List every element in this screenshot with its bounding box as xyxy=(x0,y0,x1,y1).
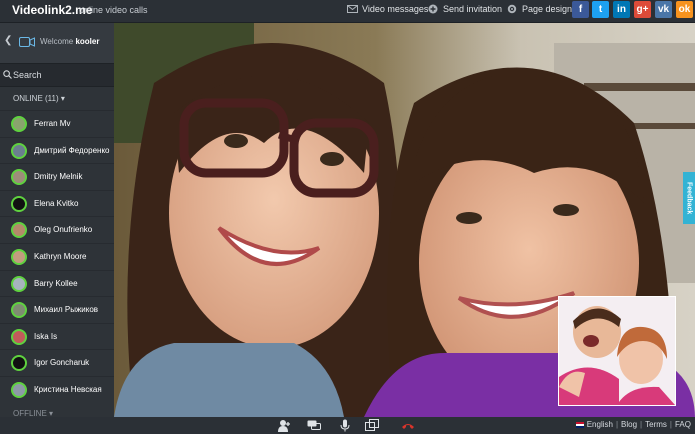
send-invitation-link[interactable]: Send invitation xyxy=(428,4,502,14)
contact-item[interactable]: Oleg Onufrienko xyxy=(0,216,114,243)
contact-item[interactable]: Igor Goncharuk xyxy=(0,349,114,376)
avatar xyxy=(11,302,27,319)
online-section-label: ONLINE (11) xyxy=(13,94,59,103)
blog-link[interactable]: Blog xyxy=(621,420,637,429)
linkedin-button[interactable]: in xyxy=(613,1,630,18)
contact-item[interactable]: Кристина Невская xyxy=(0,375,114,403)
avatar xyxy=(11,142,27,159)
hangup-icon[interactable] xyxy=(401,419,415,432)
contact-name: Ferran Mv xyxy=(34,119,71,128)
avatar xyxy=(11,275,27,292)
camera-icon xyxy=(19,37,35,47)
local-video-preview[interactable] xyxy=(558,296,676,406)
online-section-toggle[interactable]: ONLINE (11) ▾ xyxy=(13,94,65,103)
welcome-text: Welcome kooler xyxy=(40,37,99,46)
contact-item[interactable]: Dmitry Melnik xyxy=(0,163,114,190)
screen-share-icon[interactable] xyxy=(365,419,379,432)
terms-link[interactable]: Terms xyxy=(645,420,667,429)
contact-name: Дмитрий Федоренко xyxy=(34,145,110,155)
avatar xyxy=(11,355,27,372)
chevron-left-icon[interactable]: ❮ xyxy=(4,35,12,46)
microphone-icon[interactable] xyxy=(338,419,352,432)
contact-list: Ferran Mv Дмитрий Федоренко Dmitry Melni… xyxy=(0,110,114,403)
avatar xyxy=(11,169,27,186)
chat-icon[interactable] xyxy=(307,419,321,432)
page-design-label: Page design xyxy=(522,4,573,14)
top-bar: Videolink2.me online video calls Video m… xyxy=(0,0,695,23)
faq-link[interactable]: FAQ xyxy=(675,420,691,429)
twitter-button[interactable]: t xyxy=(592,1,609,18)
video-messages-label: Video messages xyxy=(362,4,429,14)
contact-item[interactable]: Barry Kollee xyxy=(0,269,114,297)
video-messages-link[interactable]: Video messages xyxy=(347,4,428,14)
linkedin-icon: in xyxy=(617,4,626,15)
contact-item[interactable]: Ferran Mv xyxy=(0,110,114,137)
username[interactable]: kooler xyxy=(75,37,99,46)
contact-item[interactable]: Kathryn Moore xyxy=(0,242,114,270)
twitter-icon: t xyxy=(598,4,603,15)
avatar xyxy=(11,381,27,398)
contact-name: Igor Goncharuk xyxy=(34,358,90,368)
facebook-icon: f xyxy=(578,4,583,15)
contact-name: Михаил Рыжиков xyxy=(34,305,99,315)
footer-separator: | xyxy=(615,420,619,429)
contact-item[interactable]: Elena Kvitko xyxy=(0,189,114,217)
uk-flag-icon xyxy=(575,421,584,428)
footer-separator: | xyxy=(640,420,643,429)
contact-name: Oleg Onufrienko xyxy=(34,225,93,235)
add-user-icon[interactable] xyxy=(277,419,291,432)
avatar xyxy=(11,116,27,132)
call-controls-bar: English | Blog | Terms | FAQ xyxy=(0,417,695,434)
contact-item[interactable]: Дмитрий Федоренко xyxy=(0,136,114,164)
contact-name: Elena Kvitko xyxy=(34,198,79,208)
welcome-prefix: Welcome xyxy=(40,37,74,46)
contact-name: Кристина Невская xyxy=(34,384,102,394)
gear-icon xyxy=(507,4,517,14)
local-video-frame xyxy=(559,297,675,405)
envelope-icon xyxy=(347,5,358,13)
footer-separator: | xyxy=(669,420,672,429)
search-box xyxy=(0,63,114,87)
feedback-tab[interactable]: Feedback xyxy=(683,172,695,224)
plus-circle-icon xyxy=(428,4,438,14)
google-plus-button[interactable]: g+ xyxy=(634,1,651,18)
avatar xyxy=(11,328,27,345)
send-invitation-label: Send invitation xyxy=(443,4,503,14)
contact-name: Kathryn Moore xyxy=(34,251,87,261)
google-plus-icon: g+ xyxy=(636,4,649,15)
caret-down-icon: ▾ xyxy=(60,94,65,103)
vk-icon: vk xyxy=(657,4,670,15)
vk-button[interactable]: vk xyxy=(655,1,672,18)
odnoklassniki-icon: ok xyxy=(678,4,691,15)
contact-name: Iska Is xyxy=(34,331,58,341)
contact-name: Barry Kollee xyxy=(34,278,78,288)
search-input[interactable] xyxy=(13,67,109,82)
site-tagline: online video calls xyxy=(79,5,148,15)
contacts-sidebar: ❮ Welcome kooler ONLINE (11) ▾ Ferran Mv… xyxy=(0,23,114,418)
search-icon xyxy=(3,70,12,79)
contact-item[interactable]: Михаил Рыжиков xyxy=(0,296,114,323)
avatar xyxy=(11,195,27,212)
contact-name: Dmitry Melnik xyxy=(34,172,83,182)
avatar xyxy=(11,248,27,265)
welcome-panel: ❮ Welcome kooler xyxy=(0,23,114,63)
page-design-link[interactable]: Page design xyxy=(507,4,572,14)
feedback-label: Feedback xyxy=(685,181,693,215)
avatar xyxy=(11,222,27,239)
language-selector[interactable]: English xyxy=(587,420,613,429)
odnoklassniki-button[interactable]: ok xyxy=(676,1,693,18)
facebook-button[interactable]: f xyxy=(572,1,589,18)
footer-links: English | Blog | Terms | FAQ xyxy=(575,420,691,429)
contact-item[interactable]: Iska Is xyxy=(0,322,114,350)
